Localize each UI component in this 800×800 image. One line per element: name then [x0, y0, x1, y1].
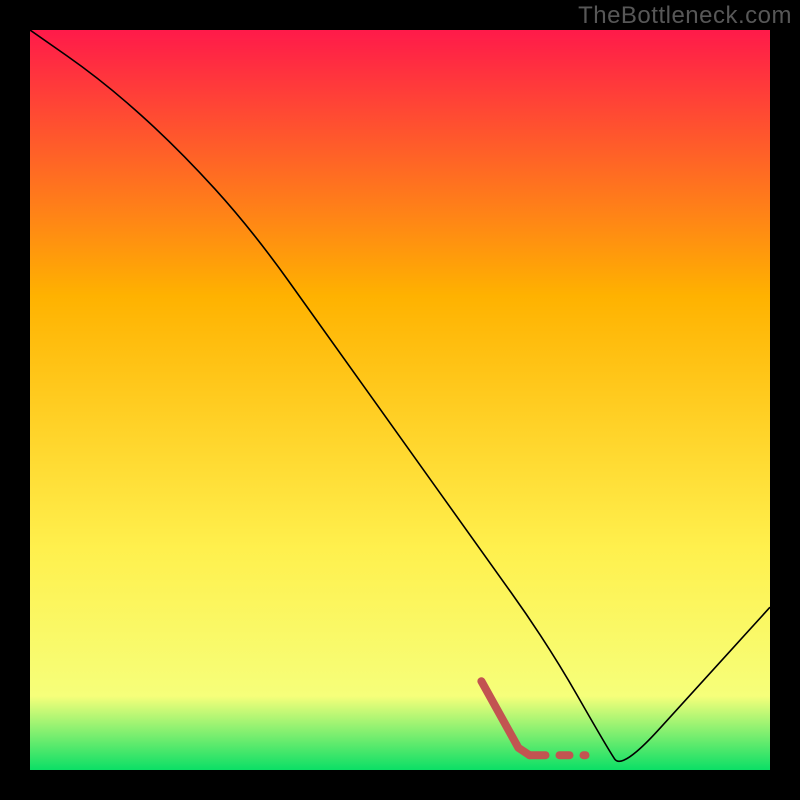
attribution-label: TheBottleneck.com [578, 2, 792, 30]
chart-frame: TheBottleneck.com [0, 0, 800, 800]
plot-area [30, 30, 770, 770]
gradient-background [30, 30, 770, 770]
chart-svg [30, 30, 770, 770]
